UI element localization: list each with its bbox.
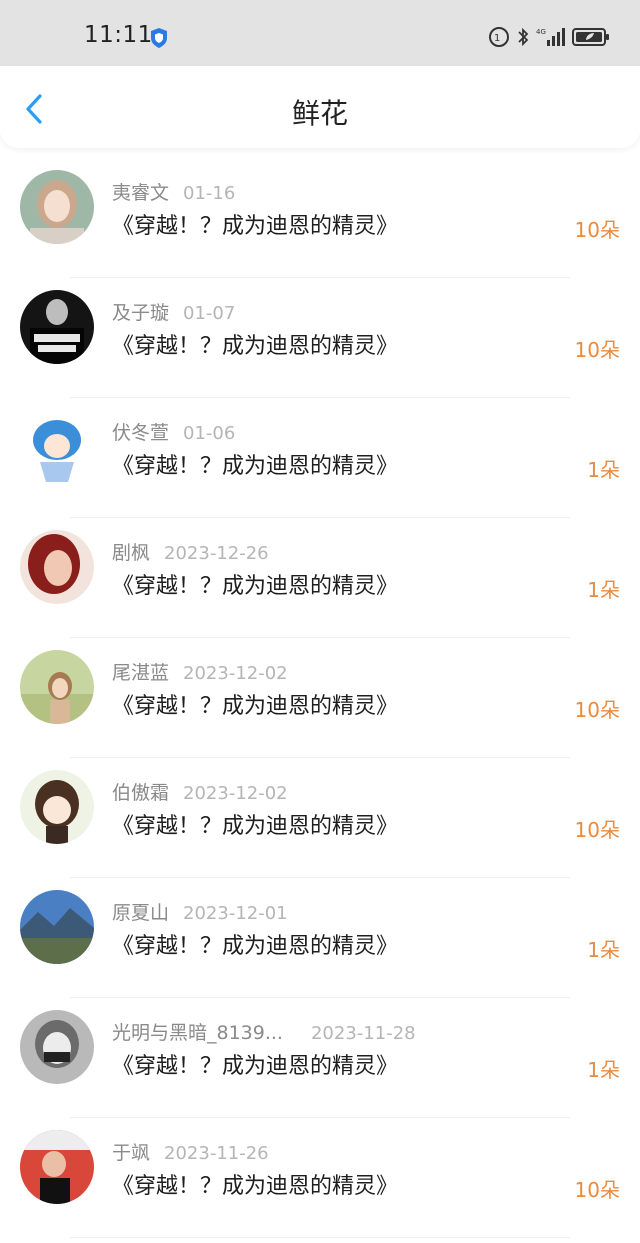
list-item[interactable]: 及子璇 01-07 《穿越！？成为迪恩的精灵》 10朵 <box>0 278 640 398</box>
book-title: 《穿越！？成为迪恩的精灵》 <box>112 814 399 839</box>
avatar-girl-1 <box>20 170 94 244</box>
status-bar: 11:11 1 4G <box>0 0 640 66</box>
date: 2023-12-02 <box>183 783 288 804</box>
book-title: 《穿越！？成为迪恩的精灵》 <box>112 214 399 239</box>
date: 01-16 <box>183 183 236 204</box>
sim-icon: 1 <box>489 27 509 47</box>
flower-count: 1朵 <box>587 578 620 602</box>
flower-count: 10朵 <box>574 818 620 842</box>
list-item[interactable]: 夷睿文 01-16 《穿越！？成为迪恩的精灵》 10朵 <box>0 158 640 278</box>
avatar-anime-blue <box>20 410 94 484</box>
avatar-masked <box>20 1010 94 1084</box>
svg-text:4G: 4G <box>536 28 546 36</box>
battery-icon <box>572 28 609 46</box>
user-name: 伏冬萱 01-06 <box>112 422 236 444</box>
page-title: 鲜花 <box>291 97 348 130</box>
user-name: 于飒 2023-11-26 <box>112 1142 269 1164</box>
date: 01-07 <box>183 303 236 324</box>
list-item[interactable]: 于飒 2023-11-26 《穿越！？成为迪恩的精灵》 10朵 <box>0 1118 640 1238</box>
shield-icon <box>151 28 167 48</box>
divider <box>70 1237 570 1238</box>
avatar-red-cap <box>20 1130 94 1204</box>
book-title: 《穿越！？成为迪恩的精灵》 <box>112 1054 399 1079</box>
status-time: 11:11 <box>84 22 153 48</box>
user-name: 伯傲霜 2023-12-02 <box>112 782 288 804</box>
flower-count: 1朵 <box>587 938 620 962</box>
flower-count: 1朵 <box>587 458 620 482</box>
flower-count: 1朵 <box>587 1058 620 1082</box>
flower-count: 10朵 <box>574 338 620 362</box>
date: 2023-12-26 <box>164 543 269 564</box>
signal-icon: 4G <box>536 28 565 46</box>
book-title: 《穿越！？成为迪恩的精灵》 <box>112 934 399 959</box>
list-item[interactable]: 尾湛蓝 2023-12-02 《穿越！？成为迪恩的精灵》 10朵 <box>0 638 640 758</box>
list-item[interactable]: 剧枫 2023-12-26 《穿越！？成为迪恩的精灵》 1朵 <box>0 518 640 638</box>
bluetooth-icon <box>518 27 529 47</box>
avatar-anime-brown <box>20 770 94 844</box>
date: 2023-11-26 <box>164 1143 269 1164</box>
avatar-redhead <box>20 530 94 604</box>
avatar-dark-shirt <box>20 290 94 364</box>
user-name: 剧枫 2023-12-26 <box>112 542 269 564</box>
flower-count: 10朵 <box>574 218 620 242</box>
book-title: 《穿越！？成为迪恩的精灵》 <box>112 1174 399 1199</box>
book-title: 《穿越！？成为迪恩的精灵》 <box>112 334 399 359</box>
book-title: 《穿越！？成为迪恩的精灵》 <box>112 694 399 719</box>
list-item[interactable]: 光明与黑暗_8139... 2023-11-28 《穿越！？成为迪恩的精灵》 1朵 <box>0 998 640 1118</box>
user-name: 及子璇 01-07 <box>112 302 236 324</box>
svg-text:1: 1 <box>494 33 500 44</box>
date: 2023-12-02 <box>183 663 288 684</box>
date: 2023-12-01 <box>183 903 288 924</box>
date: 01-06 <box>183 423 236 444</box>
avatar-outdoor-girl <box>20 650 94 724</box>
user-name: 光明与黑暗_8139... 2023-11-28 <box>112 1022 416 1044</box>
status-icons: 1 4G <box>488 24 610 50</box>
flower-count: 10朵 <box>574 698 620 722</box>
user-name: 夷睿文 01-16 <box>112 182 236 204</box>
user-name: 原夏山 2023-12-01 <box>112 902 288 924</box>
list-item[interactable]: 伏冬萱 01-06 《穿越！？成为迪恩的精灵》 1朵 <box>0 398 640 518</box>
flower-count: 10朵 <box>574 1178 620 1202</box>
list-item[interactable]: 伯傲霜 2023-12-02 《穿越！？成为迪恩的精灵》 10朵 <box>0 758 640 878</box>
list-item[interactable]: 原夏山 2023-12-01 《穿越！？成为迪恩的精灵》 1朵 <box>0 878 640 998</box>
user-name: 尾湛蓝 2023-12-02 <box>112 662 288 684</box>
book-title: 《穿越！？成为迪恩的精灵》 <box>112 454 399 479</box>
nav-header: 鲜花 <box>0 66 640 148</box>
flower-list: 夷睿文 01-16 《穿越！？成为迪恩的精灵》 10朵 及子璇 01-07 《穿越！… <box>0 158 640 1238</box>
book-title: 《穿越！？成为迪恩的精灵》 <box>112 574 399 599</box>
avatar-landscape <box>20 890 94 964</box>
date: 2023-11-28 <box>310 1023 416 1044</box>
